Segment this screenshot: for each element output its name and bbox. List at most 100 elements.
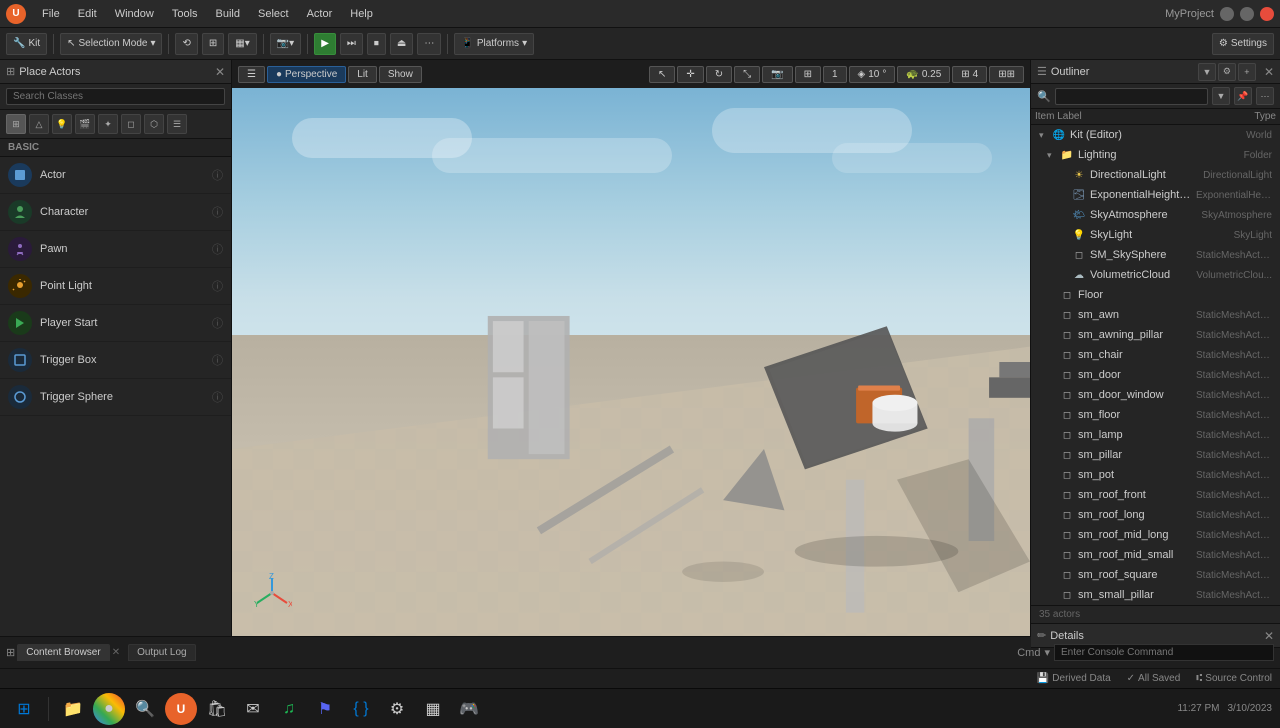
tree-item-volcloud[interactable]: ▶ ☁ VolumetricCloud VolumetricClou...	[1031, 265, 1280, 285]
tree-item-directionallight[interactable]: ▶ ☀ DirectionalLight DirectionalLight	[1031, 165, 1280, 185]
cmd-dropdown[interactable]: ▾	[1044, 646, 1050, 659]
basic-tab-btn[interactable]: ⊞	[6, 114, 26, 134]
tree-item-skysphere[interactable]: ▶ ◻ SM_SkySphere StaticMeshActo...	[1031, 245, 1280, 265]
grid-button[interactable]: ▦▾	[228, 33, 256, 55]
menu-build[interactable]: Build	[208, 6, 248, 22]
tree-item-kit[interactable]: ▾ 🌐 Kit (Editor) World	[1031, 125, 1280, 145]
camera-settings-btn[interactable]: 📷	[762, 66, 792, 83]
snap-button[interactable]: ⊞	[202, 33, 224, 55]
tree-item-smlamp[interactable]: ▶◻sm_lampStaticMeshActo...	[1031, 425, 1280, 445]
tree-item-floor[interactable]: ▶ ◻ Floor	[1031, 285, 1280, 305]
actor-info-triggersphere[interactable]: ⓘ	[212, 389, 223, 405]
cinematic-tab-btn[interactable]: 🎬	[75, 114, 95, 134]
output-log-tab[interactable]: Output Log	[128, 644, 195, 661]
viewport[interactable]: ☰ ● Perspective Lit Show ↖ ✛ ↻ ⤡ 📷 ⊞ 1	[232, 60, 1030, 636]
tree-item-smpot[interactable]: ▶◻sm_potStaticMeshActo...	[1031, 465, 1280, 485]
actor-info-pawn[interactable]: ⓘ	[212, 241, 223, 257]
outliner-more-btn[interactable]: ⋯	[1256, 87, 1274, 105]
close-button[interactable]	[1260, 7, 1274, 21]
search-input[interactable]	[6, 88, 225, 105]
vp-extra-btn3[interactable]: ⊞ 4	[952, 66, 987, 83]
content-browser-tab[interactable]: Content Browser	[17, 644, 109, 661]
menu-tools[interactable]: Tools	[164, 6, 206, 22]
outliner-search-input[interactable]	[1055, 88, 1208, 105]
menu-actor[interactable]: Actor	[299, 6, 341, 22]
show-btn[interactable]: Show	[379, 66, 422, 83]
vp-extra-btn2[interactable]: 1	[823, 66, 847, 83]
snap-angle-btn[interactable]: ◈ 10 °	[849, 66, 896, 83]
tree-item-skylight[interactable]: ▶ 💡 SkyLight SkyLight	[1031, 225, 1280, 245]
tree-item-smroofsquare[interactable]: ▶◻sm_roof_squareStaticMeshActo...	[1031, 565, 1280, 585]
viewport-layout-btn[interactable]: ⊞⊞	[989, 66, 1024, 83]
camera-speed-btn[interactable]: 🐢 0.25	[897, 66, 950, 83]
outliner-settings-btn[interactable]: ⚙	[1218, 63, 1236, 81]
tree-item-smrooflong[interactable]: ▶◻sm_roof_longStaticMeshActo...	[1031, 505, 1280, 525]
outliner-close[interactable]: ✕	[1264, 65, 1274, 79]
tree-item-smroofmidlong[interactable]: ▶◻sm_roof_mid_longStaticMeshActo...	[1031, 525, 1280, 545]
settings-button[interactable]: ⚙ Settings	[1212, 33, 1274, 55]
tree-item-smpillar[interactable]: ▶◻sm_pillarStaticMeshActo...	[1031, 445, 1280, 465]
actor-info-playerstart[interactable]: ⓘ	[212, 315, 223, 331]
perspective-btn[interactable]: ● Perspective	[267, 66, 346, 83]
tree-item-lighting[interactable]: ▾ 📁 Lighting Folder	[1031, 145, 1280, 165]
project-button[interactable]: 🔧 Kit	[6, 33, 47, 55]
derived-data-status[interactable]: 💾 Derived Data	[1037, 673, 1111, 684]
geometry-tab-btn[interactable]: ◻	[121, 114, 141, 134]
tree-item-smroofmidsmall[interactable]: ▶◻sm_roof_mid_smallStaticMeshActo...	[1031, 545, 1280, 565]
tree-item-smdoorwindow[interactable]: ▶◻sm_door_windowStaticMeshActo...	[1031, 385, 1280, 405]
place-actors-close[interactable]: ✕	[215, 65, 225, 79]
actor-item-pointlight[interactable]: Point Light ⓘ	[0, 268, 231, 305]
actor-item-character[interactable]: Character ⓘ	[0, 194, 231, 231]
actor-info-triggerbox[interactable]: ⓘ	[212, 352, 223, 368]
actor-info-pointlight[interactable]: ⓘ	[212, 278, 223, 294]
tree-item-smdoor[interactable]: ▶◻sm_doorStaticMeshActo...	[1031, 365, 1280, 385]
viewport-menu-btn[interactable]: ☰	[238, 66, 265, 83]
menu-select[interactable]: Select	[250, 6, 297, 22]
platforms-button[interactable]: 📱 Platforms ▾	[454, 33, 534, 55]
tree-item-skyatmos[interactable]: ▶ 🌤 SkyAtmosphere SkyAtmosphere	[1031, 205, 1280, 225]
shapes-tab-btn[interactable]: △	[29, 114, 49, 134]
all-saved-status[interactable]: ✓ All Saved	[1127, 673, 1181, 684]
actor-item-triggersphere[interactable]: Trigger Sphere ⓘ	[0, 379, 231, 416]
menu-window[interactable]: Window	[107, 6, 162, 22]
minimize-button[interactable]	[1220, 7, 1234, 21]
selection-mode-button[interactable]: ↖ Selection Mode ▾	[60, 33, 162, 55]
lit-btn[interactable]: Lit	[348, 66, 377, 83]
volumes-tab-btn[interactable]: ⬡	[144, 114, 164, 134]
move-btn[interactable]: ✛	[677, 66, 703, 83]
skip-button[interactable]: ⏭	[340, 33, 363, 55]
vp-extra-btn1[interactable]: ⊞	[795, 66, 821, 83]
transform-gizmo-btn[interactable]: ↖	[649, 66, 675, 83]
eject-button[interactable]: ⏏	[390, 33, 413, 55]
actor-item-actor[interactable]: Actor ⓘ	[0, 157, 231, 194]
actor-item-pawn[interactable]: Pawn ⓘ	[0, 231, 231, 268]
tree-item-smfloor[interactable]: ▶◻sm_floorStaticMeshActo...	[1031, 405, 1280, 425]
visual-tab-btn[interactable]: ✦	[98, 114, 118, 134]
console-input[interactable]	[1054, 644, 1274, 661]
rotate-btn[interactable]: ↻	[706, 66, 732, 83]
actor-info-character[interactable]: ⓘ	[212, 204, 223, 220]
camera-button[interactable]: 📷▾	[270, 33, 301, 55]
stop-button[interactable]: ⏹	[367, 33, 386, 55]
actor-item-playerstart[interactable]: Player Start ⓘ	[0, 305, 231, 342]
actor-info-actor[interactable]: ⓘ	[212, 167, 223, 183]
outliner-add-btn[interactable]: +	[1238, 63, 1256, 81]
menu-help[interactable]: Help	[342, 6, 381, 22]
scale-btn[interactable]: ⤡	[734, 66, 760, 83]
lights-tab-btn[interactable]: 💡	[52, 114, 72, 134]
tree-item-fog[interactable]: ▶ 🌫 ExponentialHeightFog ExponentialHeig…	[1031, 185, 1280, 205]
details-close[interactable]: ✕	[1264, 629, 1274, 643]
actor-item-triggerbox[interactable]: Trigger Box ⓘ	[0, 342, 231, 379]
source-control-status[interactable]: ⑆ Source Control	[1196, 673, 1272, 684]
content-browser-close[interactable]: ✕	[112, 647, 120, 658]
maximize-button[interactable]	[1240, 7, 1254, 21]
menu-edit[interactable]: Edit	[70, 6, 105, 22]
more-button[interactable]: ⋯	[417, 33, 441, 55]
all-tab-btn[interactable]: ☰	[167, 114, 187, 134]
tree-item-smrooffront[interactable]: ▶◻sm_roof_frontStaticMeshActo...	[1031, 485, 1280, 505]
outliner-search-settings[interactable]: ▼	[1212, 87, 1230, 105]
transform-button[interactable]: ⟲	[175, 33, 197, 55]
outliner-pin-btn[interactable]: 📌	[1234, 87, 1252, 105]
tree-item-smchair[interactable]: ▶◻sm_chairStaticMeshActo...	[1031, 345, 1280, 365]
play-button[interactable]: ▶	[314, 33, 336, 55]
